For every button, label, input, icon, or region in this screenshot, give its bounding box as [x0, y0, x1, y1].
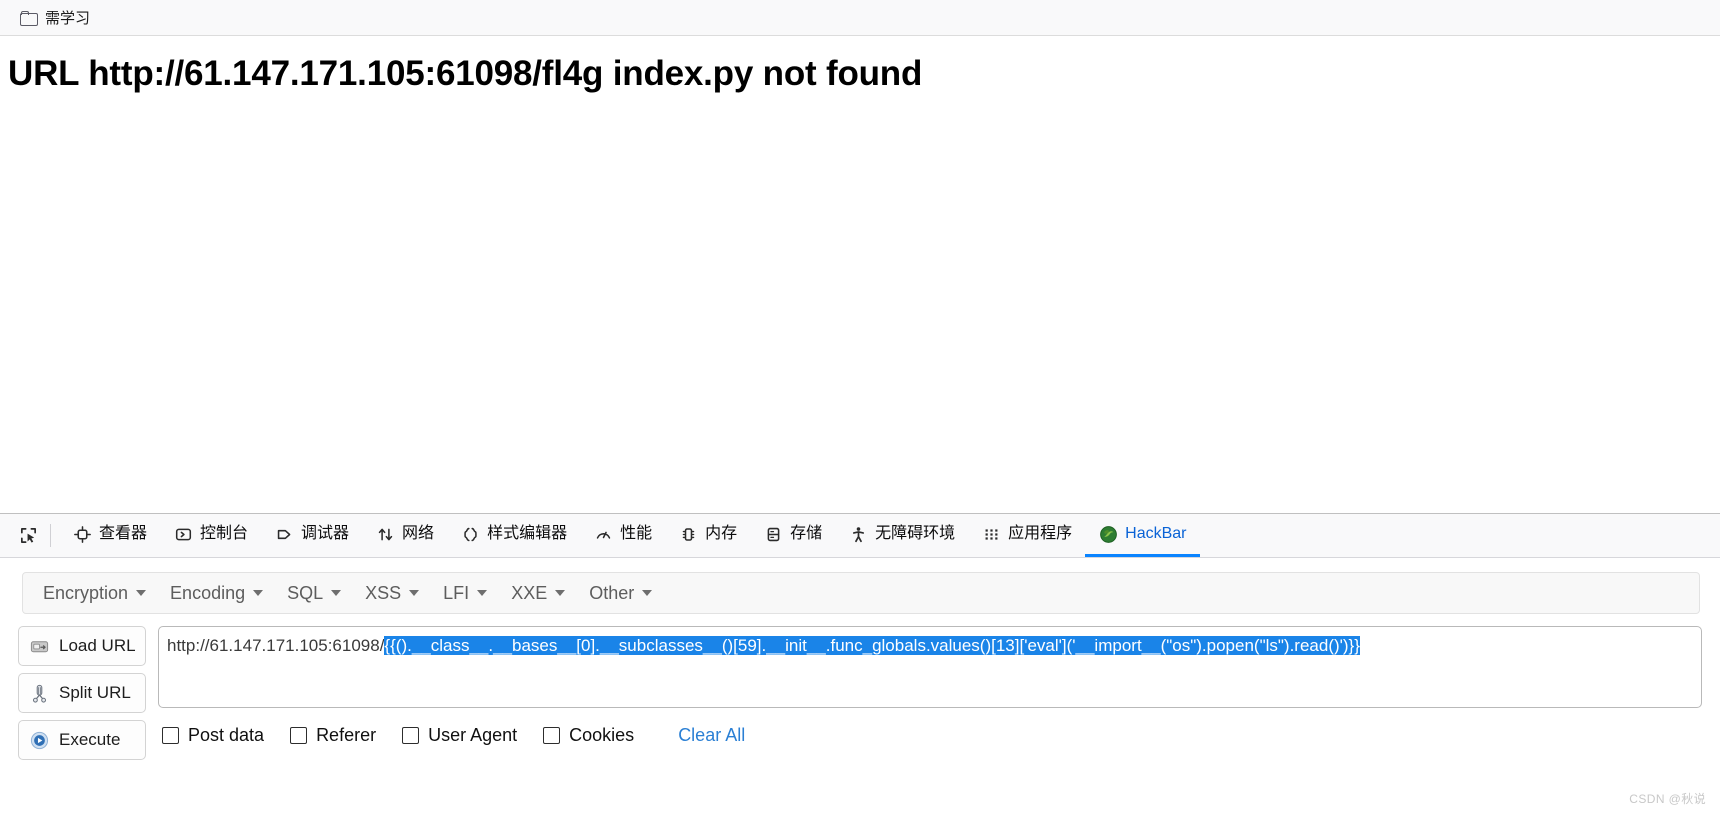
tab-network-label: 网络	[402, 525, 435, 542]
console-icon	[173, 524, 193, 544]
split-url-label: Split URL	[59, 683, 131, 702]
hackbar-icon	[1098, 524, 1118, 544]
tab-storage[interactable]: 存储	[750, 514, 835, 557]
menu-other-label: Other	[589, 582, 635, 603]
checkbox-box[interactable]	[162, 727, 179, 744]
menu-lfi[interactable]: LFI	[431, 577, 499, 610]
tab-inspector[interactable]: 查看器	[59, 514, 160, 557]
tab-hackbar-label: HackBar	[1125, 525, 1187, 542]
chevron-down-icon	[477, 590, 488, 596]
checkbox-referer[interactable]: Referer	[290, 725, 376, 746]
menu-encryption[interactable]: Encryption	[31, 577, 158, 610]
element-picker-icon	[18, 526, 38, 546]
load-url-icon	[28, 635, 50, 657]
checkbox-cookies-label: Cookies	[569, 725, 635, 745]
request-options-row: Post data Referer User Agent Cookies Cle…	[158, 725, 1702, 746]
tab-application-label: 应用程序	[1008, 525, 1073, 542]
tab-application[interactable]: 应用程序	[968, 514, 1085, 557]
tab-network[interactable]: 网络	[362, 514, 447, 557]
menu-other[interactable]: Other	[577, 577, 664, 610]
tab-accessibility[interactable]: 无障碍环境	[835, 514, 968, 557]
folder-icon	[20, 10, 38, 26]
storage-icon	[763, 524, 783, 544]
url-selected-payload: {{().__class__.__bases__[0].__subclasses…	[384, 636, 1360, 655]
network-icon	[375, 524, 395, 544]
bookmark-folder-label: 需学习	[45, 10, 91, 27]
page-content-area: URL http://61.147.171.105:61098/fl4g ind…	[0, 36, 1720, 513]
execute-button[interactable]: Execute	[18, 720, 146, 760]
checkbox-referer-label: Referer	[316, 725, 377, 745]
load-url-label: Load URL	[59, 636, 136, 655]
chevron-down-icon	[253, 590, 264, 596]
url-textarea[interactable]: http://61.147.171.105:61098/{{().__class…	[158, 626, 1702, 708]
watermark-text: CSDN @秋说	[1629, 792, 1706, 806]
split-url-icon	[28, 682, 50, 704]
memory-icon	[678, 524, 698, 544]
chevron-down-icon	[555, 590, 566, 596]
bookmark-bar: 需学习	[0, 0, 1720, 36]
tab-console[interactable]: 控制台	[160, 514, 261, 557]
debugger-icon	[274, 524, 294, 544]
tab-style-editor[interactable]: 样式编辑器	[447, 514, 580, 557]
url-textarea-content: http://61.147.171.105:61098/{{().__class…	[167, 634, 1697, 659]
menu-encryption-label: Encryption	[43, 582, 129, 603]
devtools-tabbar: 查看器 控制台 调试器 网络 样式编辑器 性能 内存 存储 无障碍环境 应用程序…	[0, 514, 1720, 558]
checkbox-post-data[interactable]: Post data	[162, 725, 264, 746]
hackbar-panel: Encryption Encoding SQL XSS LFI XXE Othe…	[0, 558, 1720, 813]
checkbox-user-agent[interactable]: User Agent	[402, 725, 517, 746]
menu-xxe[interactable]: XXE	[499, 577, 577, 610]
page-error-heading: URL http://61.147.171.105:61098/fl4g ind…	[8, 54, 923, 93]
menu-sql[interactable]: SQL	[275, 577, 353, 610]
checkbox-box[interactable]	[543, 727, 561, 744]
tab-performance[interactable]: 性能	[580, 514, 665, 557]
chevron-down-icon	[642, 590, 653, 596]
tab-debugger[interactable]: 调试器	[261, 514, 362, 557]
tab-debugger-label: 调试器	[301, 525, 350, 542]
load-url-button[interactable]: Load URL	[18, 626, 146, 666]
split-url-button[interactable]: Split URL	[18, 673, 146, 713]
checkbox-user-agent-label: User Agent	[428, 725, 518, 745]
tab-inspector-label: 查看器	[99, 525, 148, 542]
checkbox-box[interactable]	[402, 727, 420, 744]
chevron-down-icon	[409, 590, 420, 596]
tab-memory[interactable]: 内存	[665, 514, 750, 557]
menu-xss-label: XSS	[365, 582, 402, 603]
style-editor-icon	[460, 524, 480, 544]
accessibility-icon	[848, 524, 868, 544]
execute-icon	[28, 729, 50, 751]
chevron-down-icon	[331, 590, 342, 596]
tab-style-editor-label: 样式编辑器	[487, 525, 568, 542]
hackbar-url-section: http://61.147.171.105:61098/{{().__class…	[158, 626, 1702, 760]
tab-console-label: 控制台	[200, 525, 249, 542]
application-icon	[981, 524, 1001, 544]
menu-encoding[interactable]: Encoding	[158, 577, 275, 610]
url-prefix-text: http://61.147.171.105:61098/	[167, 636, 385, 655]
inspector-icon	[72, 524, 92, 544]
checkbox-post-data-label: Post data	[188, 725, 265, 745]
hackbar-action-buttons: Load URL Split URL Execute	[18, 626, 146, 760]
chevron-down-icon	[136, 590, 147, 596]
tab-hackbar[interactable]: HackBar	[1085, 514, 1200, 557]
menu-xxe-label: XXE	[511, 582, 548, 603]
bookmark-folder-item[interactable]: 需学习	[14, 4, 96, 31]
tab-accessibility-label: 无障碍环境	[875, 525, 956, 542]
menu-xss[interactable]: XSS	[353, 577, 431, 610]
tab-storage-label: 存储	[790, 525, 823, 542]
hackbar-menubar: Encryption Encoding SQL XSS LFI XXE Othe…	[22, 572, 1700, 614]
execute-label: Execute	[59, 730, 121, 749]
tab-memory-label: 内存	[705, 525, 738, 542]
toolbar-divider	[50, 524, 51, 547]
checkbox-cookies[interactable]: Cookies	[543, 725, 634, 746]
performance-icon	[593, 524, 613, 544]
element-picker-button[interactable]	[8, 514, 48, 557]
hackbar-body: Load URL Split URL Execute http://61.147…	[18, 626, 1702, 760]
clear-all-link[interactable]: Clear All	[678, 725, 745, 746]
checkbox-box[interactable]	[290, 727, 308, 744]
tab-performance-label: 性能	[620, 525, 653, 542]
menu-lfi-label: LFI	[443, 582, 470, 603]
menu-encoding-label: Encoding	[170, 582, 246, 603]
devtools-panel: 查看器 控制台 调试器 网络 样式编辑器 性能 内存 存储 无障碍环境 应用程序…	[0, 513, 1720, 813]
menu-sql-label: SQL	[287, 582, 324, 603]
